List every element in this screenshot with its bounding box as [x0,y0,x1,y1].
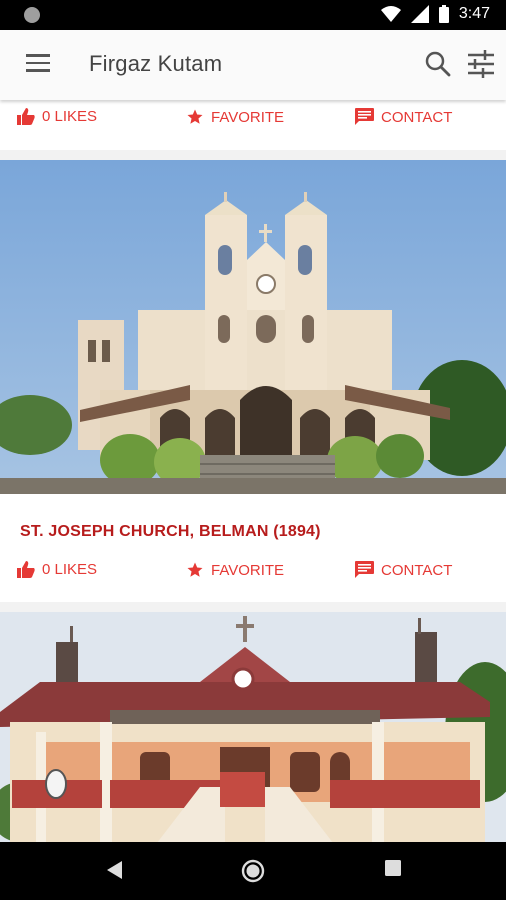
favorite-button[interactable]: FAVORITE [186,561,284,579]
filter-icon [468,50,494,78]
church-card[interactable]: ST. JOSEPH CHURCH, BELMAN (1894) 0 LIKES… [0,160,506,602]
recents-icon [385,860,401,876]
contact-label: CONTACT [381,108,453,126]
nav-back-button[interactable] [104,859,124,886]
chat-icon [355,561,374,578]
menu-icon [26,54,50,57]
contact-button[interactable]: CONTACT [355,561,452,579]
contact-button[interactable]: CONTACT [355,108,452,126]
likes-count: 0 LIKES [42,108,98,125]
like-button[interactable]: 0 LIKES [17,108,97,125]
star-icon [187,562,203,577]
status-icons: 3:47 [380,5,490,23]
thumbs-up-icon [17,561,35,578]
search-button[interactable] [424,50,452,78]
church-card: 0 LIKES FAVORITE CONTACT [0,100,506,150]
church-photo [0,612,506,842]
church-card[interactable] [0,612,506,842]
battery-icon [438,5,449,23]
filter-button[interactable] [466,49,496,79]
likes-count: 0 LIKES [42,561,98,578]
church-feed[interactable]: 0 LIKES FAVORITE CONTACT ST. JOSEPH CHUR… [0,100,506,842]
system-nav-bar [0,842,506,900]
notification-dot-icon [24,7,40,23]
menu-button[interactable] [26,54,52,76]
status-time: 3:47 [458,5,490,22]
card-actions: 0 LIKES FAVORITE CONTACT [0,100,506,140]
favorite-label: FAVORITE [211,561,285,579]
back-icon [107,861,122,879]
star-icon [187,109,203,124]
search-icon [425,51,451,77]
contact-label: CONTACT [381,561,453,579]
home-icon [241,859,265,883]
nav-home-button[interactable] [241,859,265,888]
church-title[interactable]: ST. JOSEPH CHURCH, BELMAN (1894) [20,523,321,541]
nav-recents-button[interactable] [384,859,402,882]
wifi-icon [380,6,401,22]
favorite-label: FAVORITE [211,108,285,126]
like-button[interactable]: 0 LIKES [17,561,97,578]
status-bar: 3:47 [0,0,506,30]
thumbs-up-icon [17,108,35,125]
church-photo [0,160,506,494]
card-actions: 0 LIKES FAVORITE CONTACT [0,551,506,591]
favorite-button[interactable]: FAVORITE [186,108,284,126]
signal-icon [410,5,429,23]
app-title: Firgaz Kutam [89,51,223,76]
app-bar: Firgaz Kutam [0,30,506,100]
chat-icon [355,108,374,125]
